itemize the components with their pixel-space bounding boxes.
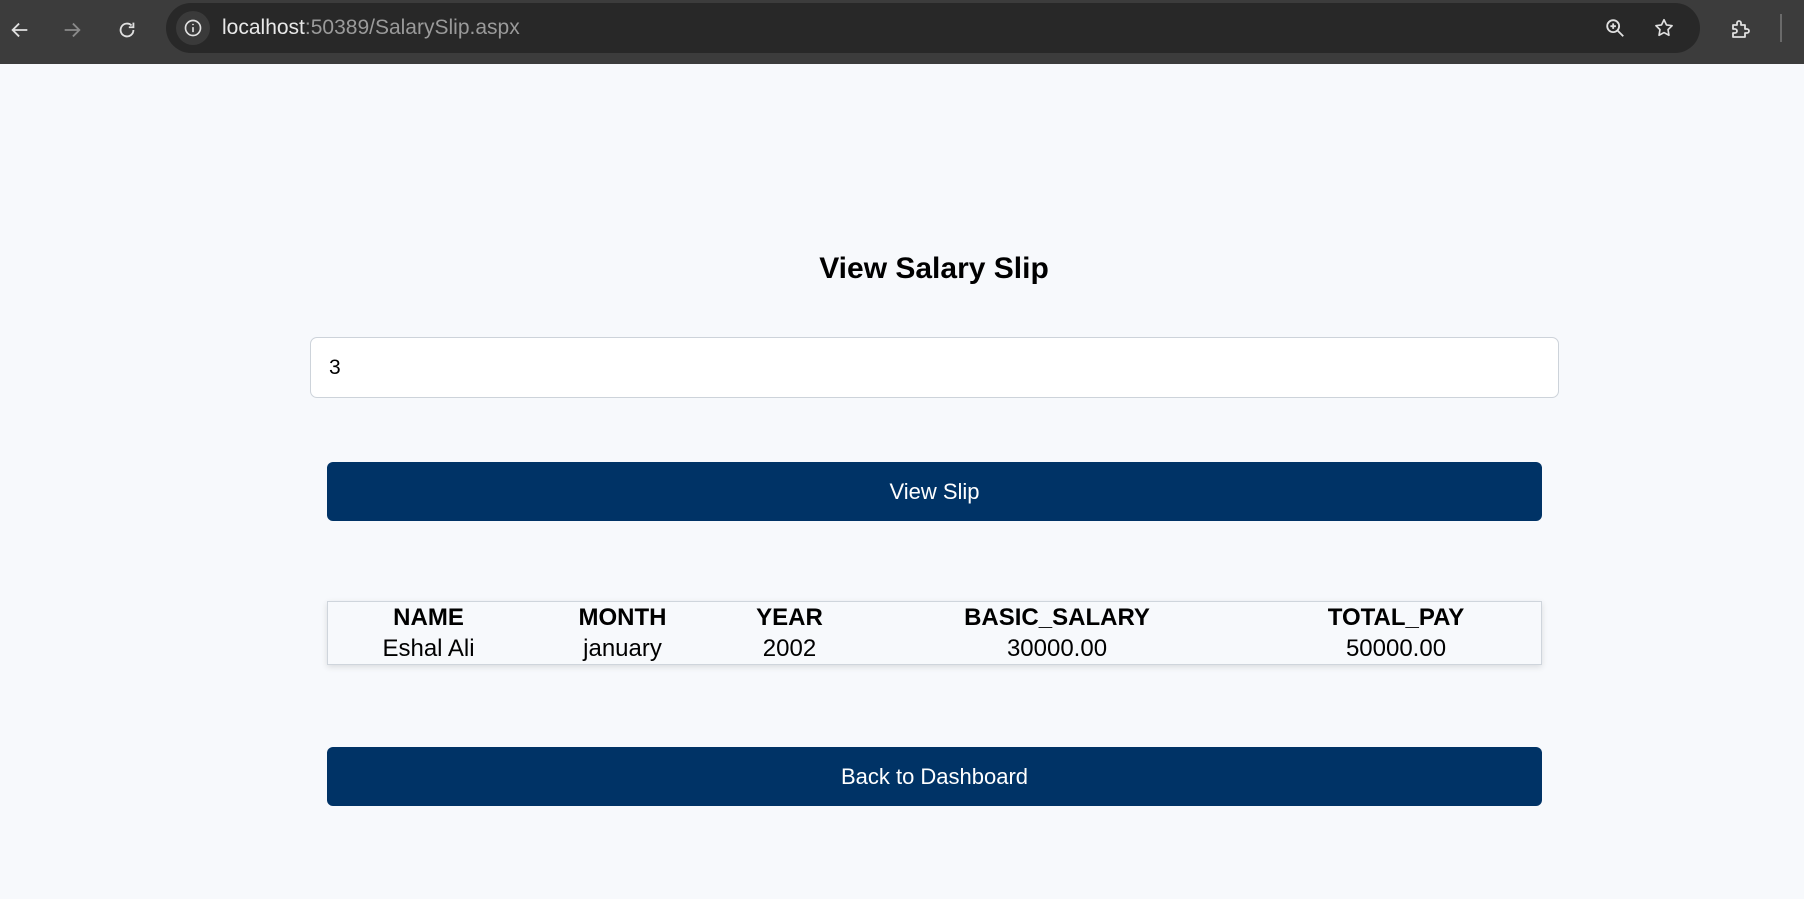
column-header-name: NAME bbox=[393, 603, 464, 631]
forward-button[interactable] bbox=[52, 10, 92, 50]
url-host: localhost bbox=[222, 16, 305, 39]
column-header-year: YEAR bbox=[756, 603, 823, 631]
star-icon bbox=[1655, 18, 1673, 37]
url-path: :50389/SalarySlip.aspx bbox=[304, 16, 520, 39]
zoom-button[interactable] bbox=[1600, 13, 1630, 43]
back-to-dashboard-button[interactable]: Back to Dashboard bbox=[327, 747, 1542, 806]
view-slip-button[interactable]: View Slip bbox=[327, 462, 1542, 521]
url-text[interactable]: localhost:50389/SalarySlip.aspx bbox=[222, 3, 520, 53]
back-arrow-icon bbox=[11, 22, 28, 38]
table-header-row: NAME MONTH YEAR BASIC_SALARY TOTAL_PAY bbox=[328, 602, 1541, 633]
browser-toolbar: localhost:50389/SalarySlip.aspx bbox=[0, 0, 1804, 64]
cell-year: 2002 bbox=[762, 634, 817, 662]
zoom-icon bbox=[1606, 19, 1624, 37]
extensions-icon bbox=[1732, 20, 1750, 38]
salary-slip-table: NAME MONTH YEAR BASIC_SALARY TOTAL_PAY E… bbox=[327, 601, 1542, 665]
toolbar-divider bbox=[1780, 14, 1782, 42]
address-bar[interactable]: localhost:50389/SalarySlip.aspx bbox=[166, 3, 1700, 53]
reload-button[interactable] bbox=[107, 10, 147, 50]
column-header-total-pay: TOTAL_PAY bbox=[1327, 603, 1465, 631]
column-header-month: MONTH bbox=[578, 603, 667, 631]
site-info-button[interactable] bbox=[176, 11, 210, 45]
cell-basic-salary: 30000.00 bbox=[1006, 634, 1108, 662]
column-header-basic-salary: BASIC_SALARY bbox=[964, 603, 1150, 631]
reload-icon bbox=[119, 22, 135, 38]
bookmark-button[interactable] bbox=[1649, 13, 1679, 43]
page-title: View Salary Slip bbox=[819, 252, 1049, 285]
cell-month: january bbox=[583, 634, 662, 662]
cell-total-pay: 50000.00 bbox=[1345, 634, 1447, 662]
table-row: Eshal Ali january 2002 30000.00 50000.00 bbox=[328, 633, 1541, 664]
extensions-button[interactable] bbox=[1724, 13, 1756, 45]
forward-arrow-icon bbox=[64, 22, 81, 38]
back-button[interactable] bbox=[0, 10, 40, 50]
employee-id-input[interactable] bbox=[310, 337, 1559, 398]
site-info-icon bbox=[184, 19, 202, 37]
cell-name: Eshal Ali bbox=[382, 634, 475, 662]
